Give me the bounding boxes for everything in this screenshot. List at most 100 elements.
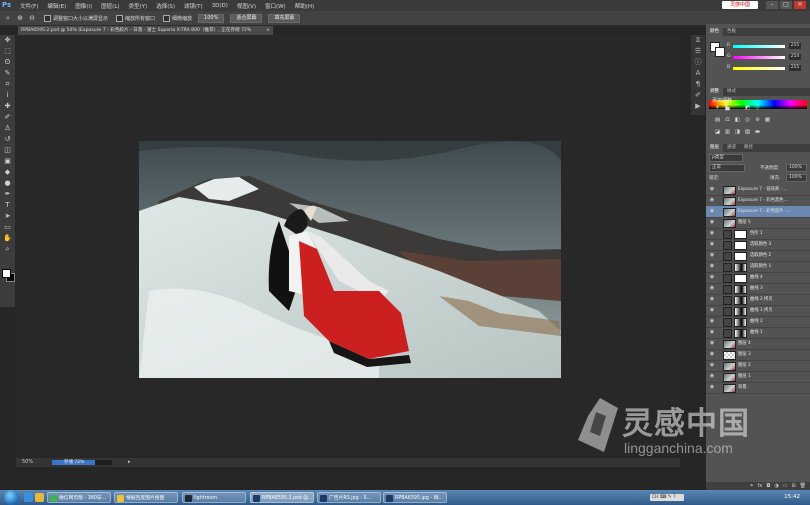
taskbar-button[interactable]: 根据百度图片搜图 bbox=[114, 492, 178, 503]
visibility-eye-icon[interactable]: ◉ bbox=[709, 360, 715, 371]
info-icon[interactable]: ⓘ bbox=[691, 57, 705, 68]
taskbar-button[interactable]: 微信网页版 - 360安... bbox=[47, 492, 111, 503]
blue-slider[interactable]: B 255 bbox=[727, 65, 803, 72]
visibility-eye-icon[interactable]: ◉ bbox=[709, 261, 715, 272]
pen-tool-icon[interactable]: ✒ bbox=[0, 189, 15, 200]
menu-window[interactable]: 窗口(W) bbox=[265, 2, 286, 10]
layer-mask-thumbnail[interactable] bbox=[734, 241, 747, 250]
gradient-map-icon[interactable]: ▬ bbox=[754, 129, 761, 135]
fill-screen-button[interactable]: 填充屏幕 bbox=[268, 13, 301, 23]
zoom-all-checkbox[interactable] bbox=[116, 14, 124, 22]
ime-indicator[interactable]: CH ⌨ ✎ ? bbox=[650, 494, 684, 501]
visibility-eye-icon[interactable]: ◉ bbox=[709, 349, 715, 360]
paragraph-icon[interactable]: ¶ bbox=[691, 79, 705, 90]
shape-tool-icon[interactable]: ▭ bbox=[0, 222, 15, 233]
taskbar-button[interactable]: lightroom bbox=[182, 492, 246, 503]
tab-paths[interactable]: 路径 bbox=[740, 144, 757, 152]
layer-filter-dropdown[interactable]: ρ类型 bbox=[709, 154, 743, 162]
visibility-eye-icon[interactable]: ◉ bbox=[709, 338, 715, 349]
fit-screen-button[interactable]: 适合屏幕 bbox=[230, 13, 263, 23]
red-slider[interactable]: R 255 bbox=[727, 43, 803, 50]
levels-icon[interactable]: ▙ bbox=[724, 105, 731, 111]
green-slider[interactable]: G 254 bbox=[727, 54, 803, 61]
blend-mode-dropdown[interactable]: 正常 bbox=[709, 164, 745, 172]
folder-icon[interactable]: ▭ bbox=[783, 482, 788, 490]
zoom-in-icon[interactable]: ⊕ bbox=[16, 14, 24, 22]
zoom-tool-icon[interactable]: ⌕ bbox=[0, 244, 15, 255]
layer-mask-thumbnail[interactable] bbox=[734, 252, 747, 261]
visibility-eye-icon[interactable]: ◉ bbox=[709, 272, 715, 283]
menu-3d[interactable]: 3D(D) bbox=[212, 3, 228, 9]
opacity-field[interactable]: 100% bbox=[786, 164, 807, 172]
zoom-out-icon[interactable]: ⊖ bbox=[28, 14, 36, 22]
new-layer-icon[interactable]: ⊞ bbox=[791, 482, 795, 490]
selective-color-icon[interactable]: ▧ bbox=[744, 129, 751, 135]
black-white-icon[interactable]: ◧ bbox=[734, 117, 741, 123]
tab-adjustments[interactable]: 调整 bbox=[706, 88, 723, 96]
start-button[interactable] bbox=[4, 490, 19, 505]
foreground-color-swatch[interactable] bbox=[2, 269, 11, 278]
path-select-tool-icon[interactable]: ➤ bbox=[0, 211, 15, 222]
layer-mask-thumbnail[interactable] bbox=[734, 285, 747, 294]
document-tab[interactable]: RPBA6595.2.psd @ 50% (Exposure 7 - 彩色胶片 … bbox=[18, 26, 273, 35]
red-track[interactable] bbox=[733, 45, 785, 48]
history-brush-tool-icon[interactable]: ↺ bbox=[0, 134, 15, 145]
brightness-icon[interactable]: ☀ bbox=[714, 105, 721, 111]
menu-filter[interactable]: 滤镜(T) bbox=[184, 2, 203, 10]
visibility-eye-icon[interactable]: ◉ bbox=[709, 382, 715, 393]
blue-track[interactable] bbox=[733, 67, 785, 70]
menu-select[interactable]: 选择(S) bbox=[156, 2, 175, 10]
taskbar-button[interactable]: RPBA6595.2.psd @... bbox=[250, 492, 314, 503]
hue-saturation-icon[interactable]: ▤ bbox=[714, 117, 721, 123]
crop-tool-icon[interactable]: ⌗ bbox=[0, 79, 15, 90]
minimize-button[interactable]: – bbox=[766, 1, 778, 9]
blue-value[interactable]: 255 bbox=[789, 65, 801, 71]
brush-presets-icon[interactable]: ✐ bbox=[691, 90, 705, 101]
layer-mask-thumbnail[interactable] bbox=[734, 318, 747, 327]
maximize-button[interactable]: □ bbox=[780, 1, 792, 9]
menu-edit[interactable]: 编辑(E) bbox=[47, 2, 66, 10]
visibility-eye-icon[interactable]: ◉ bbox=[709, 217, 715, 228]
visibility-eye-icon[interactable]: ◉ bbox=[709, 316, 715, 327]
red-value[interactable]: 255 bbox=[789, 43, 801, 49]
ie-icon[interactable] bbox=[24, 493, 33, 502]
taskbar-button[interactable]: 广告片RS.jpg - S... bbox=[317, 492, 381, 503]
menu-file[interactable]: 文件(F) bbox=[20, 2, 38, 10]
quick-select-tool-icon[interactable]: ✎ bbox=[0, 68, 15, 79]
menu-view[interactable]: 视图(V) bbox=[237, 2, 256, 10]
explorer-icon[interactable] bbox=[35, 493, 44, 502]
color-bg-swatch[interactable] bbox=[715, 47, 725, 57]
threshold-icon[interactable]: ◨ bbox=[734, 129, 741, 135]
tab-swatches[interactable]: 色板 bbox=[723, 28, 740, 36]
gradient-tool-icon[interactable]: ▣ bbox=[0, 156, 15, 167]
invert-icon[interactable]: ◪ bbox=[714, 129, 721, 135]
zoom-icon[interactable]: ⌕ bbox=[4, 14, 12, 22]
menu-help[interactable]: 帮助(H) bbox=[295, 2, 314, 10]
visibility-eye-icon[interactable]: ◉ bbox=[709, 250, 715, 261]
adjustment-icon[interactable]: ◑ bbox=[774, 482, 778, 490]
eyedropper-tool-icon[interactable]: ⅰ bbox=[0, 90, 15, 101]
visibility-eye-icon[interactable]: ◉ bbox=[709, 327, 715, 338]
visibility-eye-icon[interactable]: ◉ bbox=[709, 305, 715, 316]
scrubby-zoom-checkbox[interactable] bbox=[163, 14, 171, 22]
green-track[interactable] bbox=[733, 56, 785, 59]
tab-channels[interactable]: 通道 bbox=[723, 144, 740, 152]
color-lookup-icon[interactable]: ▦ bbox=[764, 117, 771, 123]
layer-mask-thumbnail[interactable] bbox=[734, 307, 747, 316]
mask-icon[interactable]: ◘ bbox=[766, 482, 770, 490]
layer-mask-thumbnail[interactable] bbox=[734, 329, 747, 338]
menu-image[interactable]: 图像(I) bbox=[75, 2, 92, 10]
channel-mixer-icon[interactable]: ⊛ bbox=[754, 117, 761, 123]
close-tab-icon[interactable]: × bbox=[266, 26, 270, 35]
visibility-eye-icon[interactable]: ◉ bbox=[709, 228, 715, 239]
taskbar-button[interactable]: RPBA6595.jpg - 网... bbox=[383, 492, 447, 503]
visibility-eye-icon[interactable]: ◉ bbox=[709, 294, 715, 305]
stamp-tool-icon[interactable]: ♙ bbox=[0, 123, 15, 134]
brush-tool-icon[interactable]: ✐ bbox=[0, 112, 15, 123]
visibility-eye-icon[interactable]: ◉ bbox=[709, 184, 715, 195]
visibility-eye-icon[interactable]: ◉ bbox=[709, 283, 715, 294]
history-icon[interactable]: ⧖ bbox=[691, 35, 705, 46]
fill-field[interactable]: 100% bbox=[786, 174, 807, 182]
blur-tool-icon[interactable]: ◆ bbox=[0, 167, 15, 178]
visibility-eye-icon[interactable]: ◉ bbox=[709, 371, 715, 382]
